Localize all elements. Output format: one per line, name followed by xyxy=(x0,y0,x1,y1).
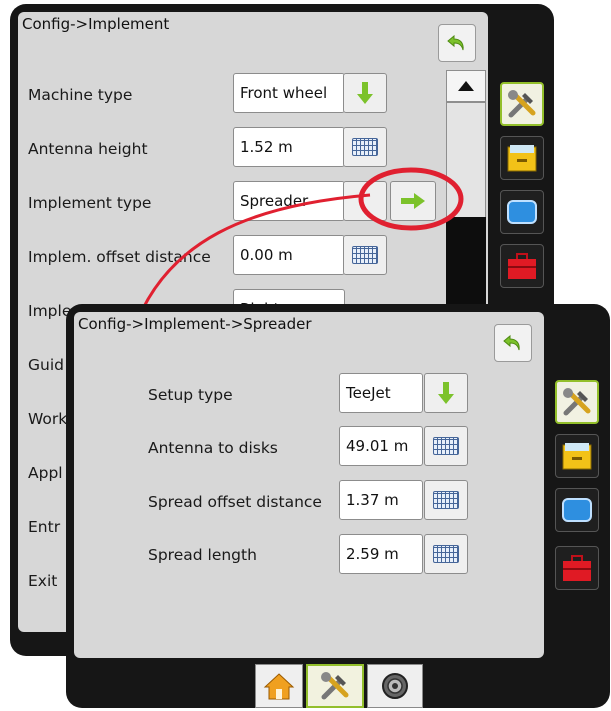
keyboard-icon xyxy=(352,246,378,264)
tools-tab-button[interactable] xyxy=(555,380,599,424)
dial-tab-button[interactable] xyxy=(367,664,423,708)
back-button[interactable] xyxy=(494,324,532,362)
row-label-partial: Guid xyxy=(28,356,64,374)
page-title: Config->Implement->Spreader xyxy=(78,315,312,333)
tools-bottom-tab[interactable] xyxy=(306,664,364,708)
green-down-arrow-icon xyxy=(438,382,454,404)
monitor-icon xyxy=(562,498,592,522)
file-drawer-icon xyxy=(562,443,592,470)
data-tab-button[interactable] xyxy=(500,136,544,180)
spread-length-keyboard[interactable] xyxy=(424,534,468,574)
undo-arrow-icon xyxy=(503,334,520,351)
antenna-to-disks-field[interactable]: 49.01 m xyxy=(339,426,423,466)
setup-type-dropdown[interactable] xyxy=(424,373,468,413)
row-label-partial: Exit xyxy=(28,572,58,590)
keyboard-icon xyxy=(352,138,378,156)
row-label: Antenna to disks xyxy=(148,439,278,457)
undo-arrow-icon xyxy=(447,34,464,51)
display-tab-button[interactable] xyxy=(500,190,544,234)
home-icon xyxy=(263,673,295,700)
implement-type-field[interactable]: Spreader xyxy=(233,181,345,221)
row-label: Implement type xyxy=(28,194,152,212)
triangle-up-icon xyxy=(458,81,474,91)
row-label: Setup type xyxy=(148,386,233,404)
scrollbar-track[interactable] xyxy=(446,102,486,232)
machine-type-dropdown[interactable] xyxy=(343,73,387,113)
antenna-height-field[interactable]: 1.52 m xyxy=(233,127,345,167)
implement-offset-keyboard[interactable] xyxy=(343,235,387,275)
row-label: Machine type xyxy=(28,86,133,104)
back-button[interactable] xyxy=(438,24,476,62)
implement-offset-field[interactable]: 0.00 m xyxy=(233,235,345,275)
scroll-up-button[interactable] xyxy=(446,70,486,102)
toolbox-icon xyxy=(563,555,591,581)
keyboard-icon xyxy=(433,545,459,563)
row-label-partial: Entr xyxy=(28,518,61,536)
setup-type-field[interactable]: TeeJet xyxy=(339,373,423,413)
monitor-icon xyxy=(507,200,537,224)
toolbox-icon xyxy=(508,253,536,279)
spread-offset-keyboard[interactable] xyxy=(424,480,468,520)
green-down-arrow-icon xyxy=(357,82,373,104)
toolbox-tab-button[interactable] xyxy=(500,244,544,288)
keyboard-icon xyxy=(433,437,459,455)
row-label-partial: Work xyxy=(28,410,68,428)
implement-type-enter-button[interactable] xyxy=(390,181,436,221)
green-right-arrow-icon xyxy=(401,193,425,209)
row-label: Spread length xyxy=(148,546,257,564)
antenna-to-disks-keyboard[interactable] xyxy=(424,426,468,466)
spread-offset-field[interactable]: 1.37 m xyxy=(339,480,423,520)
wrench-hammer-icon xyxy=(563,388,591,416)
file-drawer-icon xyxy=(507,145,537,172)
display-tab-button[interactable] xyxy=(555,488,599,532)
row-label-partial: Appl xyxy=(28,464,63,482)
toolbox-tab-button[interactable] xyxy=(555,546,599,590)
data-tab-button[interactable] xyxy=(555,434,599,478)
antenna-height-keyboard[interactable] xyxy=(343,127,387,167)
page-title: Config->Implement xyxy=(22,15,170,33)
keyboard-icon xyxy=(433,491,459,509)
implement-type-dropdown[interactable] xyxy=(343,181,387,221)
wrench-hammer-icon xyxy=(321,672,349,700)
row-label: Implem. offset distance xyxy=(28,248,211,266)
row-label: Antenna height xyxy=(28,140,148,158)
machine-type-field[interactable]: Front wheel xyxy=(233,73,345,113)
tools-tab-button[interactable] xyxy=(500,82,544,126)
row-label: Spread offset distance xyxy=(148,493,322,511)
home-tab-button[interactable] xyxy=(255,664,303,708)
front-screen: Config->Implement->Spreader Setup type T… xyxy=(74,312,544,658)
dial-icon xyxy=(382,673,408,699)
wrench-hammer-icon xyxy=(508,90,536,118)
spread-length-field[interactable]: 2.59 m xyxy=(339,534,423,574)
